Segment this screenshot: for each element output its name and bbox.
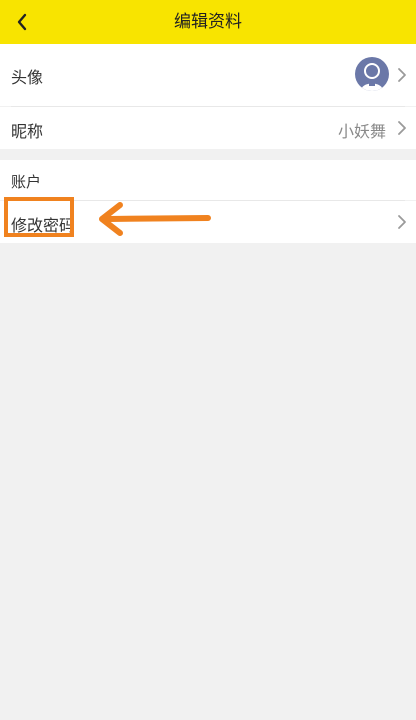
top-bar: 编辑资料 [0, 0, 416, 44]
account-section-title: 账户 [11, 173, 42, 191]
chevron-right-icon [398, 121, 406, 135]
account-section-header: 账户 [0, 160, 416, 200]
nickname-row[interactable]: 昵称 小妖舞 [0, 107, 416, 149]
page-title: 编辑资料 [174, 12, 242, 32]
chevron-right-icon [398, 68, 406, 82]
highlight-box [4, 197, 74, 237]
chevron-left-icon [17, 13, 27, 31]
avatar-label: 头像 [11, 68, 44, 87]
arrow-left-icon [99, 202, 211, 236]
nickname-label: 昵称 [11, 122, 44, 141]
back-button[interactable] [6, 6, 38, 38]
avatar-row[interactable]: 头像 [0, 44, 416, 106]
chevron-right-icon [398, 215, 406, 229]
nickname-value: 小妖舞 [337, 122, 386, 141]
user-avatar-icon [355, 57, 389, 91]
